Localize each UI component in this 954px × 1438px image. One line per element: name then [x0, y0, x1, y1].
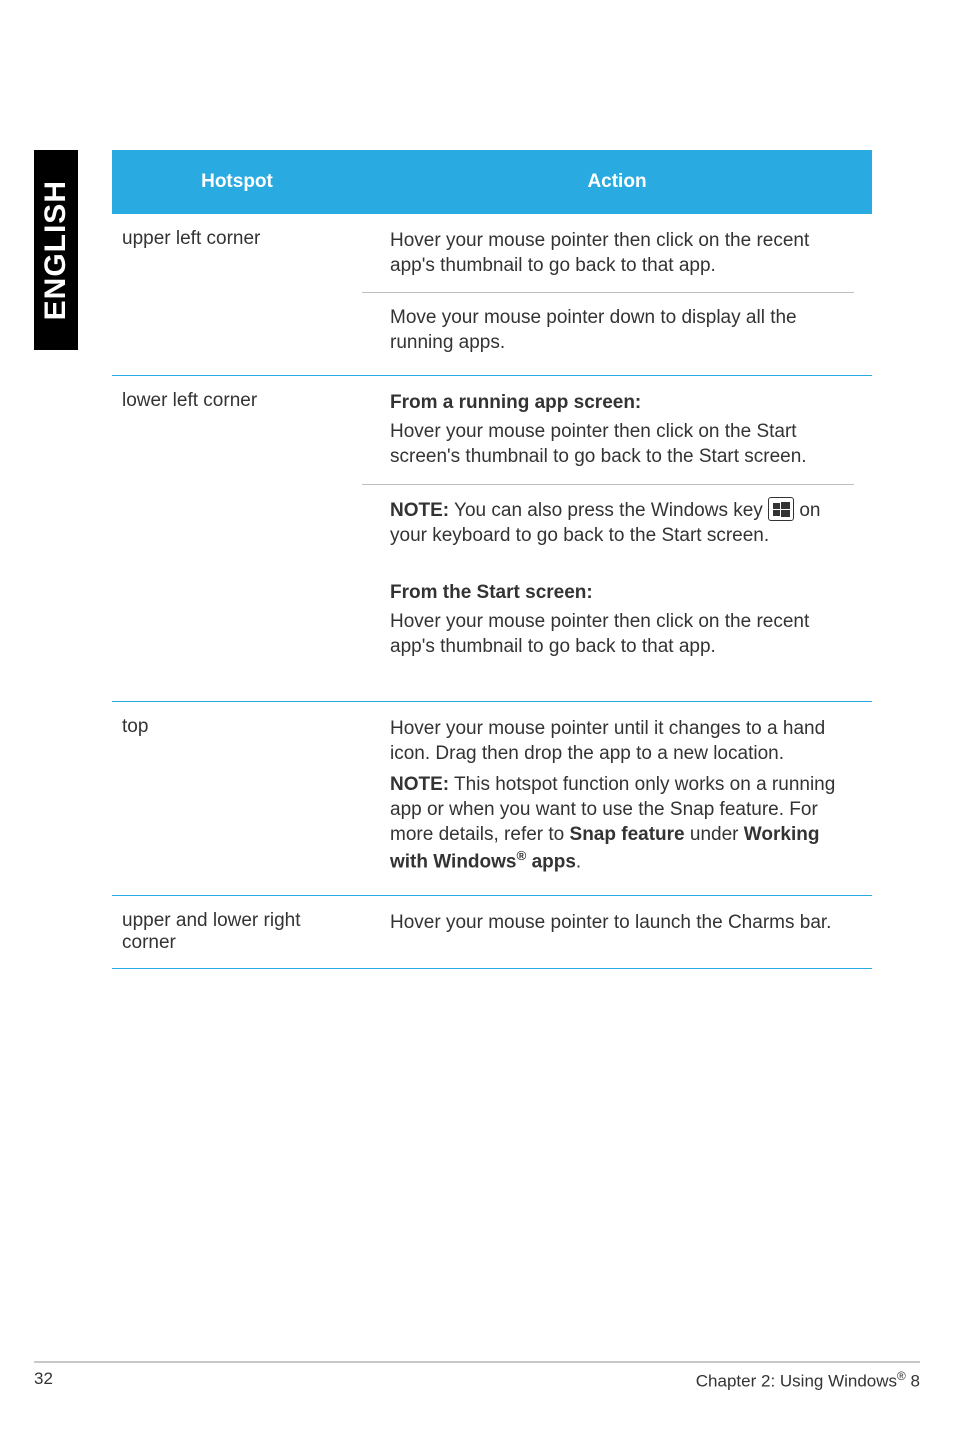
table-row: upper left corner Hover your mouse point… [112, 214, 872, 375]
language-side-tab-label: ENGLISH [39, 180, 73, 320]
table-row: top Hover your mouse pointer until it ch… [112, 702, 872, 895]
spacer [390, 562, 854, 580]
table-header-action: Action [362, 171, 872, 193]
body-text: From the Start screen: [390, 580, 854, 605]
note-body-a: You can also press the Windows key [449, 500, 768, 521]
body-text: Hover your mouse pointer then click on t… [390, 419, 854, 469]
page-footer: 32 Chapter 2: Using Windows® 8 [34, 1361, 920, 1392]
table-header-hotspot: Hotspot [112, 171, 362, 193]
hotspot-table: Hotspot Action upper left corner Hover y… [112, 150, 872, 969]
footer-line: 32 Chapter 2: Using Windows® 8 [34, 1369, 920, 1392]
chapter-title: Chapter 2: Using Windows® 8 [696, 1369, 920, 1392]
registered-symbol: ® [516, 848, 526, 863]
registered-symbol: ® [897, 1369, 906, 1383]
subheading: From the Start screen: [390, 582, 593, 603]
body-text: Hover your mouse pointer then click on t… [390, 609, 854, 659]
table-header-row: Hotspot Action [112, 150, 872, 214]
body-text: Hover your mouse pointer then click on t… [390, 228, 854, 278]
page-number: 32 [34, 1369, 53, 1392]
bold-text: apps [526, 852, 576, 873]
row-divider [112, 968, 872, 969]
chapter-text-b: 8 [906, 1372, 920, 1391]
hotspot-label-lower-left: lower left corner [112, 376, 362, 701]
note-text: NOTE: This hotspot function only works o… [390, 772, 854, 875]
divider [362, 292, 854, 293]
language-side-tab: ENGLISH [34, 150, 78, 350]
body-text: Hover your mouse pointer to launch the C… [390, 910, 854, 935]
note-text: NOTE: You can also press the Windows key… [390, 497, 854, 548]
windows-key-icon [768, 497, 794, 521]
footer-rule [34, 1361, 920, 1363]
body-text: Move your mouse pointer down to display … [390, 305, 854, 355]
tail-text: . [576, 852, 581, 873]
hotspot-label-top: top [112, 702, 362, 895]
divider [362, 484, 854, 485]
note-label: NOTE: [390, 500, 449, 521]
hotspot-label-upper-left: upper left corner [112, 214, 362, 375]
subheading: From a running app screen: [390, 392, 641, 413]
action-cell-lower-left: From a running app screen: Hover your mo… [362, 376, 872, 701]
hotspot-label-upper-lower-right: upper and lower right corner [112, 896, 362, 968]
action-cell-top: Hover your mouse pointer until it change… [362, 702, 872, 895]
action-cell-upper-lower-right: Hover your mouse pointer to launch the C… [362, 896, 872, 968]
note-label: NOTE: [390, 774, 449, 795]
chapter-text-a: Chapter 2: Using Windows [696, 1372, 897, 1391]
body-text: From a running app screen: [390, 390, 854, 415]
bold-text: Snap feature [570, 824, 685, 845]
body-text: Hover your mouse pointer until it change… [390, 716, 854, 766]
mid-text: under [685, 824, 744, 845]
action-cell-upper-left: Hover your mouse pointer then click on t… [362, 214, 872, 375]
table-row: upper and lower right corner Hover your … [112, 896, 872, 968]
table-row: lower left corner From a running app scr… [112, 376, 872, 701]
